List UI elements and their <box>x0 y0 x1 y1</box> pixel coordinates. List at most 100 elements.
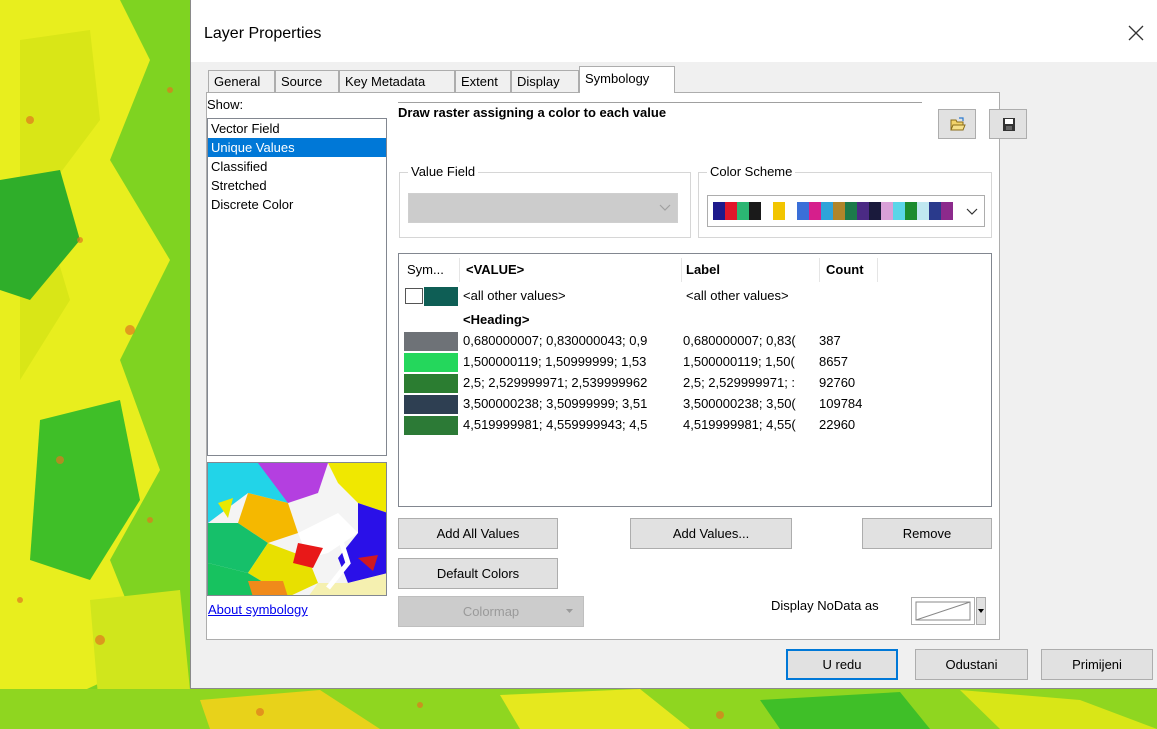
visibility-checkbox[interactable] <box>405 288 423 304</box>
save-icon <box>1003 118 1015 131</box>
title-bar: Layer Properties <box>191 0 1157 62</box>
close-button[interactable] <box>1116 16 1157 50</box>
add-values-button[interactable]: Add Values... <box>630 518 792 549</box>
tab-symbology[interactable]: Symbology <box>579 66 675 93</box>
default-colors-button[interactable]: Default Colors <box>398 558 558 589</box>
color-ramp-swatch <box>761 202 773 220</box>
value-field-dropdown[interactable] <box>408 193 678 223</box>
table-row[interactable]: 4,519999981; 4,559999943; 4,5 4,519999981… <box>399 415 991 436</box>
folder-open-icon <box>950 117 966 131</box>
table-row[interactable]: 0,680000007; 0,830000043; 0,9 0,680000007… <box>399 331 991 352</box>
col-header-label[interactable]: Label <box>686 262 720 277</box>
renderer-description: Draw raster assigning a color to each va… <box>398 105 667 120</box>
column-divider <box>681 258 682 282</box>
color-scheme-dropdown[interactable] <box>707 195 985 227</box>
nodata-label: Display NoData as <box>771 598 879 613</box>
color-ramp-swatch <box>917 202 929 220</box>
color-swatch[interactable] <box>404 332 458 351</box>
colormap-label: Colormap <box>462 604 520 619</box>
color-ramp-swatch <box>773 202 785 220</box>
color-ramp-swatch <box>737 202 749 220</box>
color-ramp-swatch <box>833 202 845 220</box>
color-swatch[interactable] <box>404 416 458 435</box>
table-row-all-other-values[interactable]: <all other values> <all other values> <box>399 286 991 307</box>
open-layer-file-button[interactable] <box>938 109 976 139</box>
table-row[interactable]: 3,500000238; 3,50999999; 3,51 3,500000238… <box>399 394 991 415</box>
symbology-preview-image <box>207 462 387 596</box>
col-header-value[interactable]: <VALUE> <box>466 262 524 277</box>
value-field-label: Value Field <box>408 164 479 179</box>
color-ramp-swatch <box>809 202 821 220</box>
color-ramp-swatch <box>785 202 797 220</box>
value-cell: 3,500000238; 3,50999999; 3,51 <box>463 396 648 411</box>
color-scheme-label: Color Scheme <box>707 164 796 179</box>
col-header-symbol[interactable]: Sym... <box>407 262 444 277</box>
label-cell: 4,519999981; 4,55( <box>683 417 796 432</box>
value-cell: <all other values> <box>463 288 566 303</box>
nodata-color-picker[interactable] <box>911 597 975 625</box>
show-label: Show: <box>207 97 244 112</box>
layer-properties-dialog: Layer Properties General Source Key Meta… <box>190 0 1157 689</box>
table-row-heading[interactable]: <Heading> <box>399 310 991 331</box>
show-item-stretched[interactable]: Stretched <box>208 176 386 195</box>
count-cell: 22960 <box>819 417 856 432</box>
value-cell: 2,5; 2,529999971; 2,539999962 <box>463 375 648 390</box>
color-ramp-swatch <box>941 202 953 220</box>
save-layer-file-button[interactable] <box>989 109 1027 139</box>
color-ramp-swatch <box>821 202 833 220</box>
tab-display[interactable]: Display <box>511 70 579 92</box>
col-header-count[interactable]: Count <box>826 262 864 277</box>
value-field-group: Value Field <box>399 164 691 238</box>
apply-button[interactable]: Primijeni <box>1041 649 1153 680</box>
color-swatch[interactable] <box>404 374 458 393</box>
ok-button[interactable]: U redu <box>786 649 898 680</box>
about-symbology-link[interactable]: About symbology <box>208 602 308 617</box>
table-row[interactable]: 1,500000119; 1,50999999; 1,53 1,500000119… <box>399 352 991 373</box>
show-item-unique-values[interactable]: Unique Values <box>208 138 386 157</box>
description-separator <box>398 102 922 103</box>
column-divider <box>819 258 820 282</box>
color-swatch[interactable] <box>424 287 458 306</box>
color-ramp-swatch <box>905 202 917 220</box>
dropdown-arrow-icon <box>978 609 984 613</box>
label-cell: 0,680000007; 0,83( <box>683 333 796 348</box>
column-divider <box>877 258 878 282</box>
dialog-title: Layer Properties <box>204 25 322 42</box>
color-swatch[interactable] <box>404 353 458 372</box>
cancel-button[interactable]: Odustani <box>915 649 1028 680</box>
table-row[interactable]: 2,5; 2,529999971; 2,539999962 2,5; 2,5299… <box>399 373 991 394</box>
tab-extent[interactable]: Extent <box>455 70 511 92</box>
unique-values-table[interactable]: Sym... <VALUE> Label Count <all other va… <box>398 253 992 507</box>
tab-source[interactable]: Source <box>275 70 339 92</box>
dropdown-arrow-icon <box>566 609 573 613</box>
color-ramp-swatch <box>869 202 881 220</box>
color-ramp-swatch <box>857 202 869 220</box>
color-ramp-swatch <box>881 202 893 220</box>
color-ramp <box>713 202 953 220</box>
count-cell: 92760 <box>819 375 856 390</box>
remove-button[interactable]: Remove <box>862 518 992 549</box>
column-divider <box>459 258 460 282</box>
color-ramp-swatch <box>725 202 737 220</box>
nodata-color-dropdown[interactable] <box>976 597 986 625</box>
color-ramp-swatch <box>797 202 809 220</box>
count-cell: 109784 <box>819 396 863 411</box>
show-item-classified[interactable]: Classified <box>208 157 386 176</box>
label-cell: 1,500000119; 1,50( <box>683 354 795 369</box>
label-cell: 2,5; 2,529999971; : <box>683 375 796 390</box>
color-ramp-swatch <box>845 202 857 220</box>
colormap-button[interactable]: Colormap <box>398 596 584 627</box>
add-all-values-button[interactable]: Add All Values <box>398 518 558 549</box>
label-cell: 3,500000238; 3,50( <box>683 396 796 411</box>
tab-key-metadata[interactable]: Key Metadata <box>339 70 455 92</box>
chevron-down-icon <box>966 208 978 215</box>
show-item-discrete-color[interactable]: Discrete Color <box>208 195 386 214</box>
color-swatch[interactable] <box>404 395 458 414</box>
color-ramp-swatch <box>749 202 761 220</box>
count-cell: 387 <box>819 333 841 348</box>
heading-cell: <Heading> <box>463 312 530 327</box>
show-list[interactable]: Vector Field Unique Values Classified St… <box>207 118 387 456</box>
show-item-vector-field[interactable]: Vector Field <box>208 119 386 138</box>
tab-general[interactable]: General <box>208 70 275 92</box>
color-ramp-swatch <box>713 202 725 220</box>
